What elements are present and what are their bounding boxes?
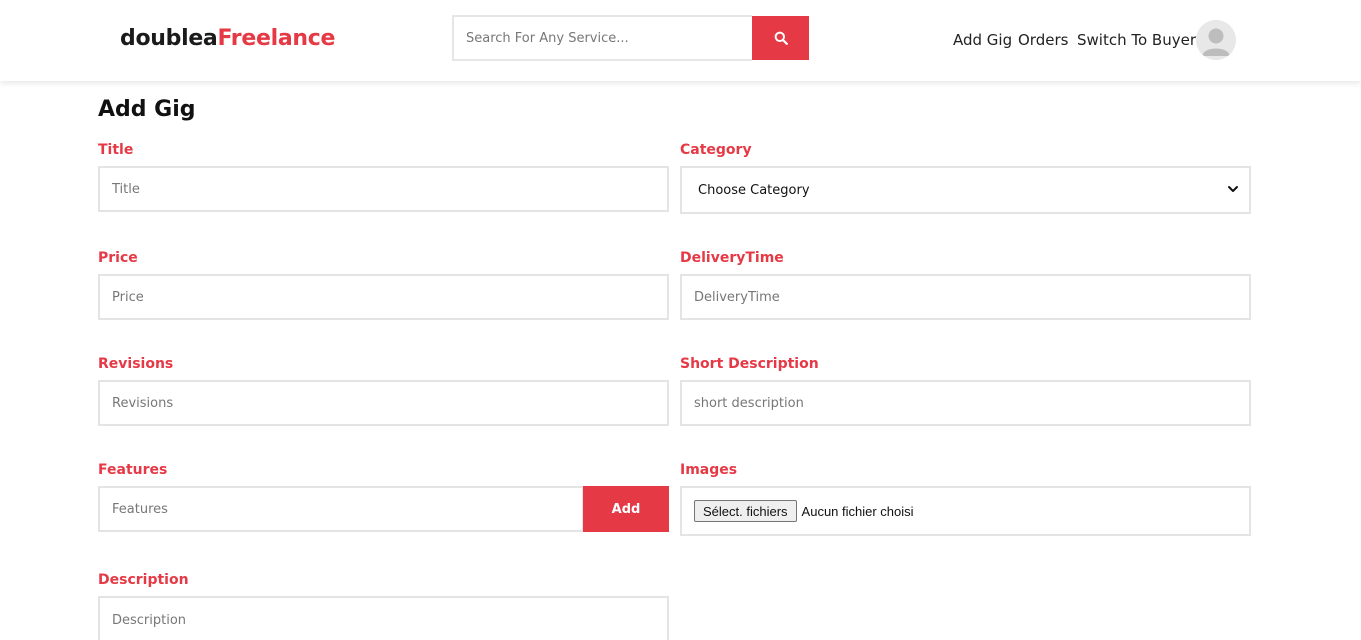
features-label: Features <box>98 462 168 478</box>
logo-text-primary: doublea <box>120 26 218 51</box>
delivery-time-input[interactable] <box>680 274 1251 320</box>
revisions-input[interactable] <box>98 380 669 426</box>
short-description-label: Short Description <box>680 356 819 372</box>
site-header: doubleaFreelance Add Gig Orders Switch T… <box>0 0 1361 81</box>
features-input[interactable] <box>98 486 584 532</box>
file-status-text: Aucun fichier choisi <box>801 503 914 519</box>
short-description-input[interactable] <box>680 380 1251 426</box>
images-label: Images <box>680 462 738 478</box>
chevron-down-icon <box>1228 186 1238 192</box>
title-label: Title <box>98 142 134 158</box>
logo[interactable]: doubleaFreelance <box>120 26 335 51</box>
search-bar <box>452 15 809 61</box>
images-file-input: Sélect. fichiers Aucun fichier choisi <box>680 486 1251 536</box>
page-title: Add Gig <box>98 97 196 122</box>
search-button[interactable] <box>752 16 809 60</box>
description-input[interactable] <box>98 596 669 640</box>
title-input[interactable] <box>98 166 669 212</box>
category-label: Category <box>680 142 752 158</box>
delivery-time-label: DeliveryTime <box>680 250 784 266</box>
search-input[interactable] <box>452 15 752 61</box>
avatar[interactable] <box>1196 20 1236 60</box>
description-label: Description <box>98 572 189 588</box>
category-select[interactable]: Choose Category <box>680 166 1251 214</box>
user-avatar-icon <box>1196 20 1236 60</box>
category-selected-value: Choose Category <box>698 182 810 198</box>
logo-text-accent: Freelance <box>217 26 336 51</box>
choose-files-button[interactable]: Sélect. fichiers <box>694 500 797 522</box>
price-input[interactable] <box>98 274 669 320</box>
nav-orders[interactable]: Orders <box>1018 31 1068 49</box>
revisions-label: Revisions <box>98 356 174 372</box>
add-feature-button[interactable]: Add <box>583 486 669 532</box>
price-label: Price <box>98 250 138 266</box>
nav-add-gig[interactable]: Add Gig <box>953 31 1012 49</box>
search-icon <box>774 31 788 45</box>
nav-switch-to-buyer[interactable]: Switch To Buyer <box>1077 31 1196 49</box>
